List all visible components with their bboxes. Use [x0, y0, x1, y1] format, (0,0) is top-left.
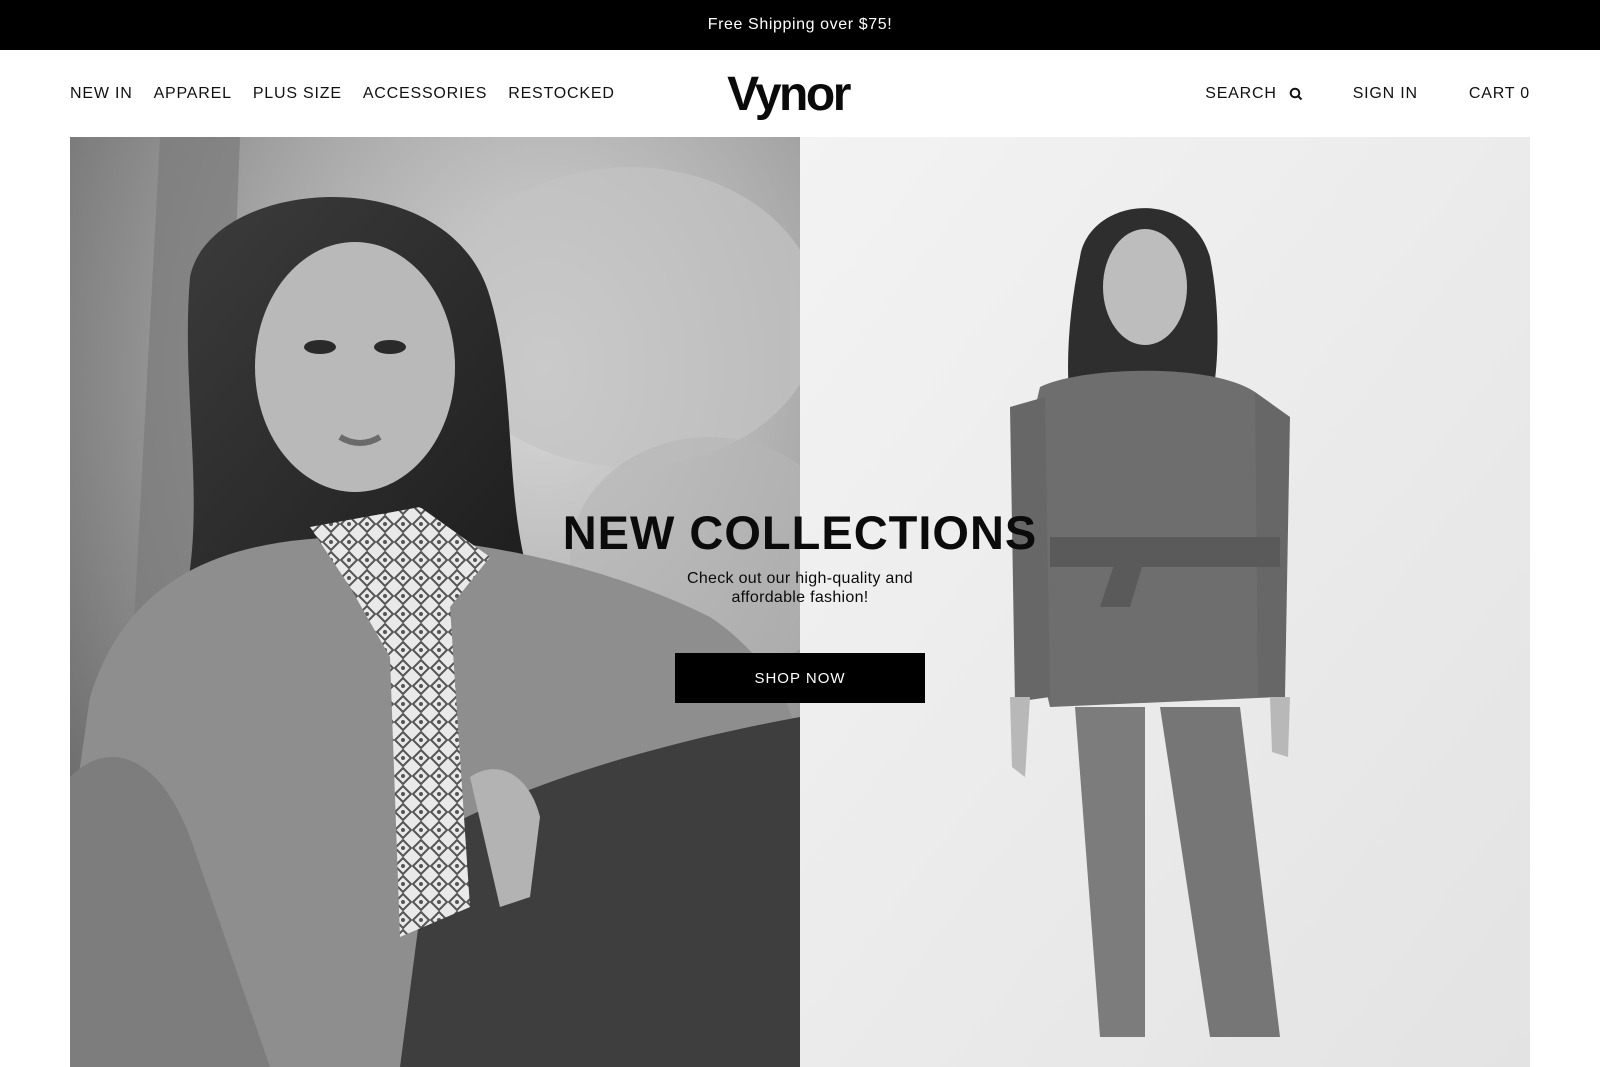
hero-photo-left [70, 137, 800, 1067]
utility-nav: SEARCH SIGN IN CART 0 [1205, 50, 1530, 137]
nav-link-new-in[interactable]: NEW IN [70, 85, 133, 103]
search-label: SEARCH [1205, 84, 1277, 102]
primary-nav: NEW IN APPAREL PLUS SIZE ACCESSORIES RES… [70, 50, 615, 137]
brand-logo[interactable]: Vynor [718, 64, 858, 124]
hero-image-left [70, 137, 800, 1067]
nav-link-restocked[interactable]: RESTOCKED [508, 85, 614, 103]
hero-banner: NEW COLLECTIONS Check out our high-quali… [70, 137, 1530, 1067]
hero-image-right [800, 137, 1530, 1067]
nav-link-accessories[interactable]: ACCESSORIES [363, 85, 487, 103]
search-icon [1289, 87, 1302, 100]
sign-in-link[interactable]: SIGN IN [1353, 85, 1418, 103]
announcement-bar: Free Shipping over $75! [0, 0, 1600, 50]
nav-link-apparel[interactable]: APPAREL [154, 85, 232, 103]
hero-photo-right [800, 137, 1530, 1067]
shop-now-button[interactable]: SHOP NOW [675, 653, 925, 703]
announcement-text: Free Shipping over $75! [707, 16, 893, 33]
cart-link[interactable]: CART 0 [1469, 85, 1530, 103]
search-button[interactable]: SEARCH [1205, 85, 1302, 103]
nav-link-plus-size[interactable]: PLUS SIZE [253, 85, 342, 103]
site-header: NEW IN APPAREL PLUS SIZE ACCESSORIES RES… [0, 50, 1600, 137]
